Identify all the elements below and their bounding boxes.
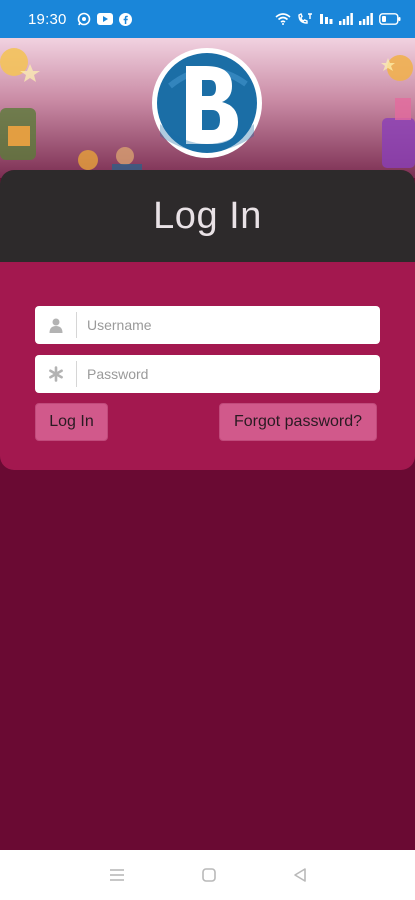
login-header: Log In — [0, 170, 415, 262]
asterisk-icon — [35, 361, 77, 387]
signal-icon-1 — [339, 13, 353, 25]
home-icon[interactable] — [201, 867, 217, 883]
youtube-icon — [96, 13, 113, 25]
page-title: Log In — [153, 194, 262, 237]
password-input[interactable] — [77, 355, 380, 393]
system-nav-bar — [0, 850, 415, 900]
forgot-password-button[interactable]: Forgot password? — [219, 403, 377, 441]
recent-apps-icon[interactable] — [108, 868, 126, 882]
status-time: 19:30 — [28, 10, 67, 28]
password-field — [35, 355, 380, 393]
wifi-icon — [275, 13, 291, 25]
username-input[interactable] — [77, 306, 380, 344]
status-bar: 19:30 — [0, 0, 415, 38]
signal-icon-2 — [359, 13, 373, 25]
facebook-icon — [118, 12, 132, 26]
login-button[interactable]: Log In — [35, 403, 108, 441]
app-logo — [152, 48, 262, 158]
username-field — [35, 306, 380, 344]
header-banner — [0, 38, 415, 178]
volte-icon — [319, 13, 333, 25]
user-icon — [35, 312, 77, 338]
battery-icon — [379, 13, 401, 25]
whatsapp-icon — [77, 12, 91, 26]
volte-call-icon — [297, 13, 313, 25]
back-icon[interactable] — [292, 867, 308, 883]
login-card: Log In Log In Forgot password? — [0, 170, 415, 470]
